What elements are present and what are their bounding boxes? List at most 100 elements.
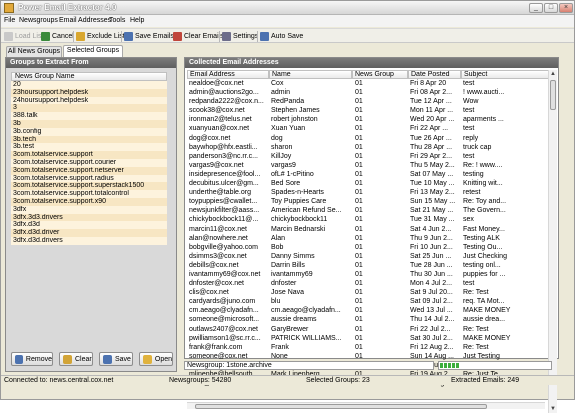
list-item[interactable]: 3dfx	[11, 205, 167, 214]
list-item[interactable]: 3b.config	[11, 127, 167, 136]
cell-subject: Just Checking	[463, 252, 507, 260]
auto-save-icon	[260, 32, 269, 41]
cell-date-posted: Sun 14 Aug ...	[410, 352, 454, 360]
list-item[interactable]: 20	[11, 81, 167, 89]
menu-email-addresses[interactable]: Email Addresses	[59, 17, 111, 24]
list-item[interactable]: 3dfx.d3d.driver	[11, 229, 167, 237]
tab-all-news-groups[interactable]: All News Groups	[6, 46, 62, 57]
cell-date-posted: Fri 8 Apr 20	[410, 80, 447, 87]
table-row[interactable]: scook38@cox.net Stephen James 01 Mon 11 Apr…	[187, 106, 547, 115]
auto-save-button[interactable]: Auto Save	[260, 31, 303, 42]
list-item[interactable]: 3	[11, 104, 167, 113]
news-group-name-header[interactable]: News Group Name	[11, 72, 167, 81]
table-row[interactable]: panderson3@nc.rr.c... KillJoy 01 Fri 29 Apr…	[187, 152, 547, 161]
menu-newsgroups[interactable]: Newsgroups	[19, 17, 58, 24]
cell-news-group: 01	[355, 152, 363, 160]
list-item[interactable]: 3com.totalservice.support.superstack1500	[11, 182, 167, 191]
table-row[interactable]: ironman2@telus.net robert johnston 01 Wed 2…	[187, 115, 547, 124]
cell-email: ironman2@telus.net	[189, 116, 252, 124]
scroll-thumb[interactable]	[550, 80, 556, 110]
table-row[interactable]: toypuppies@cwallet... Toy Puppies Care 01 S…	[187, 197, 547, 206]
table-row[interactable]: cm.aeago@clyadafn... cm.aeago@clyadafn...…	[187, 306, 547, 315]
table-row[interactable]: vargas9@cox.net vargas9 01 Thu 5 May 2... Re…	[187, 161, 547, 170]
minimize-button[interactable]: _	[529, 3, 543, 13]
table-row[interactable]: redpanda2222@cox.n... RedPanda 01 Tue 12 Ap…	[187, 97, 547, 106]
table-row[interactable]: clis@cox.net Jose Nava 01 Sat 9 Jul 20... Re…	[187, 288, 547, 297]
cell-name: Bob	[271, 243, 284, 251]
table-row[interactable]: baywhop@hfx.eastli... sharon 01 Thu 28 Apr …	[187, 143, 547, 152]
cell-email: frank@frank.com	[189, 343, 243, 351]
table-row[interactable]: marcin11@cox.net Marcin Bednarski 01 Sat 4 …	[187, 225, 547, 234]
cancel-button[interactable]: Cancel	[41, 31, 74, 42]
cell-name: sharon	[271, 143, 293, 151]
table-row[interactable]: someone@microsoft... aussie dreams 01 Thu 1…	[187, 315, 547, 324]
table-row[interactable]: pwilliamson1@sc.rr.c... PATRICK WILLIAMS.…	[187, 334, 547, 343]
list-item[interactable]: 3b.tech	[11, 135, 167, 144]
list-item[interactable]: 3com.totalservice.support.radius	[11, 174, 167, 183]
table-row[interactable]: insidepresence@fool... ofL# 1-cPitino 01 Sa…	[187, 170, 547, 179]
table-row[interactable]: xuanyuan@cox.net Xuan Yuan 01 Fri 22 Apr ..…	[187, 124, 547, 133]
list-item[interactable]: 3com.totalservice.support.totalcontrol	[11, 190, 167, 198]
table-row[interactable]: underthe@table.org Spades-n-Hearts 01 Fri 1…	[187, 188, 547, 197]
load-list-button[interactable]: Load List	[4, 31, 43, 42]
table-row[interactable]: alan@nowhere.net Alan 01 Thu 9 Jun 2... Test…	[187, 234, 547, 243]
list-item[interactable]: 3com.totalservice.support.x90	[11, 197, 167, 206]
close-button[interactable]: ×	[559, 3, 573, 13]
list-item[interactable]: 3dfx.d3d	[11, 221, 167, 230]
table-row[interactable]: chickybockbock11@... chickybockbock11 01 Tu…	[187, 215, 547, 224]
table-row[interactable]: newsjunkfilter@aass... American Refund Se…	[187, 206, 547, 215]
list-item[interactable]: 3com.totalservice.support.netserver	[11, 166, 167, 175]
scroll-up-icon[interactable]: ▲	[549, 70, 557, 78]
table-row[interactable]: someone@cox.net None 01 Sun 14 Aug ... Just …	[187, 352, 547, 361]
list-item[interactable]: 3dfx.3d3.drivers	[11, 213, 167, 222]
save-emails-button[interactable]: Save Emails	[124, 31, 174, 42]
table-row[interactable]: dsimms3@cox.net Danny Simms 01 Sat 25 Jun .…	[187, 252, 547, 261]
table-row[interactable]: admin@auctions2go... admin 01 Fri 08 Apr 2.…	[187, 88, 547, 97]
emails-table-body[interactable]: nealdoe@cox.net Cox 01 Fri 8 Apr 20 test admi…	[187, 79, 547, 408]
hscroll-thumb[interactable]	[195, 404, 487, 409]
settings-button[interactable]: Settings	[222, 31, 258, 42]
scroll-down-icon[interactable]: ▼	[549, 405, 557, 413]
list-item[interactable]: 388.talk	[11, 112, 167, 120]
table-row[interactable]: cardyards@juno.com blu 01 Sat 09 Jul 2... re…	[187, 297, 547, 306]
open-button[interactable]: Open	[139, 352, 173, 366]
column-email-address[interactable]: Email Address	[187, 70, 269, 79]
cell-subject: test	[463, 125, 475, 133]
column-name[interactable]: Name	[269, 70, 352, 79]
table-row[interactable]: dnfoster@cox.net dnfoster 01 Mon 4 Jul 2...…	[187, 279, 547, 288]
list-item[interactable]: 23hoursupport.helpdesk	[11, 88, 167, 97]
table-row[interactable]: dog@cox.net dog 01 Tue 26 Apr ... reply	[187, 134, 547, 143]
app-window: Power Email Extractor 4.0 _ □ × File New…	[0, 0, 575, 413]
list-item[interactable]: 3com.totalservice.support.courier	[11, 158, 167, 167]
column-news-group[interactable]: News Group	[352, 70, 408, 79]
tab-selected-groups[interactable]: Selected Groups	[63, 45, 123, 57]
table-row[interactable]: frank@frank.com Frank 01 Fri 12 Aug 2... Re:…	[187, 343, 547, 352]
menu-file[interactable]: File	[4, 17, 15, 24]
clear-emails-button[interactable]: Clear Emails	[173, 31, 224, 42]
menu-tools[interactable]: Tools	[109, 17, 125, 24]
table-row[interactable]: bobgville@yahoo.com Bob 01 Fri 10 Jun 2... T…	[187, 243, 547, 252]
table-row[interactable]: decubitus.ulcer@gm... Bed Sore 01 Tue 10 Ma…	[187, 179, 547, 188]
column-subject[interactable]: Subject	[461, 70, 549, 79]
list-item[interactable]: 3dfx.d3d.drivers	[11, 236, 167, 245]
table-row[interactable]: debills@cox.net Darrin Bills 01 Tue 28 Jun …	[187, 261, 547, 270]
clear-button[interactable]: Clear	[59, 352, 93, 366]
groups-list[interactable]: 20 23hoursupport.helpdesk 24hoursupport.…	[11, 81, 167, 245]
save-button[interactable]: Save	[99, 352, 133, 366]
cell-news-group: 01	[355, 225, 363, 233]
list-item[interactable]: 3b	[11, 119, 167, 128]
horizontal-scrollbar[interactable]	[187, 402, 545, 409]
exclude-list-button[interactable]: Exclude List	[76, 31, 125, 42]
list-item[interactable]: 3com.totalservice.support	[11, 151, 167, 159]
column-date-posted[interactable]: Date Posted	[408, 70, 461, 79]
list-item[interactable]: 24hoursupport.helpdesk	[11, 96, 167, 105]
list-item[interactable]: 3b.test	[11, 143, 167, 152]
maximize-button[interactable]: □	[544, 3, 558, 13]
table-row[interactable]: ivantammy69@cox.net ivantammy69 01 Thu 30 J…	[187, 270, 547, 279]
menu-help[interactable]: Help	[130, 17, 144, 24]
table-row[interactable]: nealdoe@cox.net Cox 01 Fri 8 Apr 20 test	[187, 79, 547, 88]
table-row[interactable]: outlaws2407@cox.net GaryBrewer 01 Fri 22 Ju…	[187, 325, 547, 334]
settings-label: Settings	[233, 33, 259, 40]
remove-button[interactable]: Remove	[11, 352, 53, 366]
exclude-list-icon	[76, 32, 85, 41]
